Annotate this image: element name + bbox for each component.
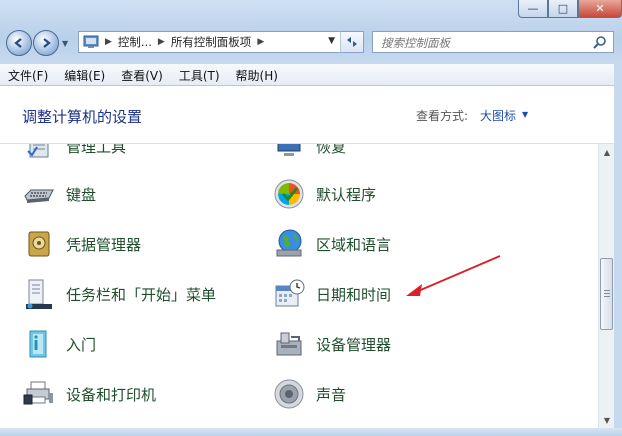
menu-file[interactable]: 文件(F) (0, 64, 56, 85)
item-label: 键盘 (66, 185, 97, 204)
view-by-dropdown[interactable]: 大图标 (480, 107, 516, 124)
admin-tools-icon (22, 144, 56, 163)
address-bar[interactable]: ▶ 控制... ▶ 所有控制面板项 ▶ ▼ (78, 31, 364, 53)
control-panel-items: 管理工具 恢复 键盘 默认程序 凭据管理器 区域和语言 任务栏和「开始」菜单 日… (0, 144, 598, 428)
search-box[interactable] (372, 31, 614, 53)
item-label: 凭据管理器 (66, 235, 142, 254)
breadcrumb-separator-icon[interactable]: ▶ (257, 37, 264, 47)
address-dropdown-icon[interactable]: ▼ (328, 36, 335, 46)
date-time-icon (272, 277, 306, 311)
window-controls: — □ ✕ (518, 0, 622, 20)
search-input[interactable] (379, 33, 583, 53)
minimize-button[interactable]: — (518, 0, 548, 18)
window-border (614, 64, 622, 436)
breadcrumb-separator-icon[interactable]: ▶ (158, 37, 165, 47)
menu-bar: 文件(F) 编辑(E) 查看(V) 工具(T) 帮助(H) (0, 64, 622, 86)
device-manager-icon (272, 327, 306, 361)
item-default-programs[interactable]: 默认程序 (272, 174, 376, 214)
item-devices-printers[interactable]: 设备和打印机 (22, 374, 156, 414)
page-title: 调整计算机的设置 (22, 108, 143, 126)
view-by-label: 查看方式: (416, 109, 469, 123)
credential-manager-icon (22, 227, 56, 261)
refresh-button[interactable] (340, 31, 364, 53)
scroll-up-icon[interactable]: ▲ (599, 144, 615, 160)
scroll-down-icon[interactable]: ▼ (599, 412, 615, 428)
scrollbar-thumb[interactable] (600, 258, 613, 330)
sound-icon (272, 377, 306, 411)
vertical-scrollbar[interactable]: ▲ ▼ (598, 144, 615, 428)
item-label: 声音 (316, 385, 347, 404)
menu-view[interactable]: 查看(V) (113, 64, 171, 85)
item-keyboard[interactable]: 键盘 (22, 174, 96, 214)
taskbar-start-menu-icon (22, 277, 56, 311)
item-device-manager[interactable]: 设备管理器 (272, 324, 391, 364)
menu-help[interactable]: 帮助(H) (228, 64, 286, 85)
control-panel-icon (83, 35, 99, 48)
maximize-button[interactable]: □ (548, 0, 578, 18)
item-label: 设备管理器 (316, 335, 392, 354)
item-region-language[interactable]: 区域和语言 (272, 224, 391, 264)
keyboard-icon (22, 177, 56, 211)
item-date-time[interactable]: 日期和时间 (272, 274, 391, 314)
item-getting-started[interactable]: 入门 (22, 324, 96, 364)
item-label: 日期和时间 (316, 285, 392, 304)
breadcrumb-separator-icon[interactable]: ▶ (105, 37, 112, 47)
menu-edit[interactable]: 编辑(E) (56, 64, 113, 85)
item-label: 入门 (66, 335, 97, 354)
view-by-caret-icon[interactable]: ▼ (522, 110, 528, 119)
item-sound[interactable]: 声音 (272, 374, 346, 414)
navigation-buttons: ▼ (6, 30, 68, 56)
item-credential-manager[interactable]: 凭据管理器 (22, 224, 141, 264)
default-programs-icon (272, 177, 306, 211)
breadcrumb-control-panel[interactable]: 控制... (112, 34, 158, 50)
item-admin-tools[interactable]: 管理工具 (22, 144, 126, 166)
item-label: 恢复 (316, 144, 347, 156)
item-recovery[interactable]: 恢复 (272, 144, 346, 166)
item-label: 管理工具 (66, 144, 127, 156)
devices-printers-icon (22, 377, 56, 411)
item-label: 任务栏和「开始」菜单 (66, 285, 217, 304)
back-arrow-icon (14, 38, 22, 48)
item-taskbar-start-menu[interactable]: 任务栏和「开始」菜单 (22, 274, 216, 314)
close-button[interactable]: ✕ (578, 0, 622, 18)
breadcrumb-all-items[interactable]: 所有控制面板项 (165, 34, 258, 50)
menu-tools[interactable]: 工具(T) (171, 64, 228, 85)
window-border-bottom (0, 428, 622, 436)
item-label: 默认程序 (316, 185, 377, 204)
recovery-icon (272, 144, 306, 163)
panel-header: 调整计算机的设置 查看方式: 大图标 ▼ (0, 86, 622, 144)
back-button[interactable] (6, 30, 32, 56)
forward-arrow-icon (43, 38, 51, 48)
refresh-icon (347, 37, 357, 47)
item-label: 区域和语言 (316, 235, 392, 254)
getting-started-icon (22, 327, 56, 361)
region-language-icon (272, 227, 306, 261)
forward-button[interactable] (33, 30, 59, 56)
item-label: 设备和打印机 (66, 385, 157, 404)
recent-pages-dropdown-icon[interactable]: ▼ (62, 39, 68, 48)
search-icon[interactable] (593, 35, 607, 49)
